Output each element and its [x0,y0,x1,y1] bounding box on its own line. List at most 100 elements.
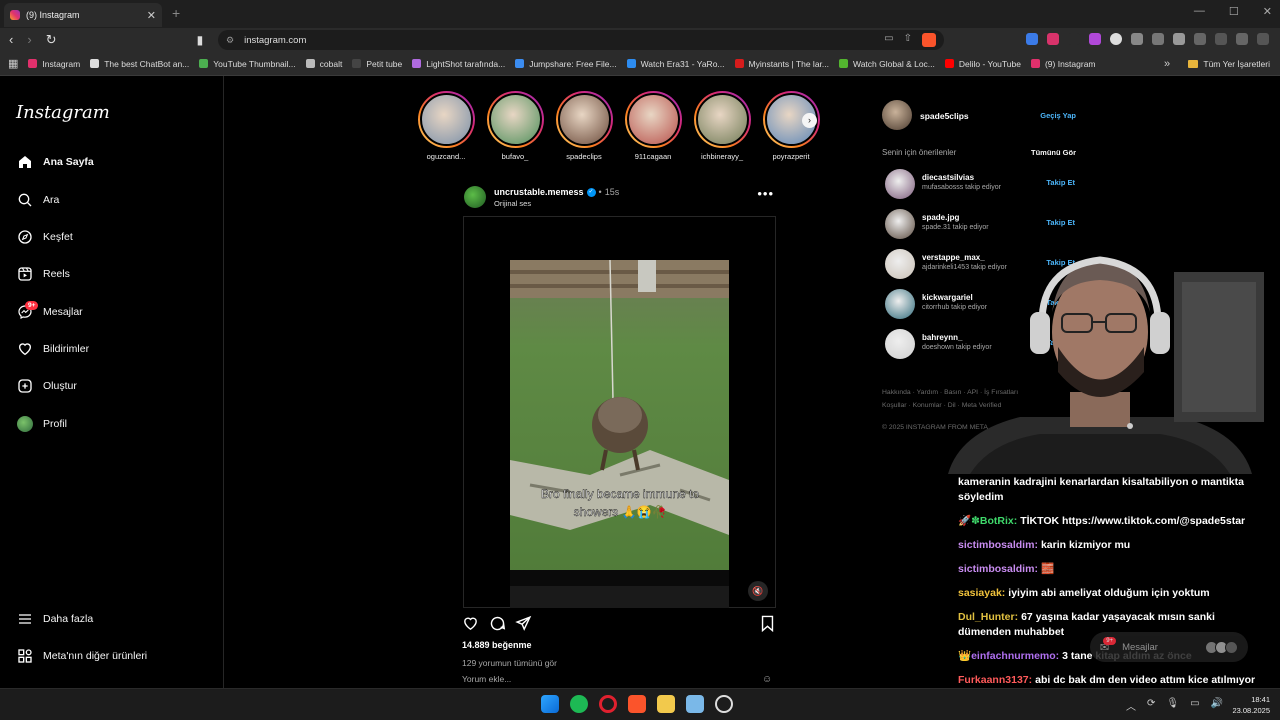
minimize-icon[interactable]: — [1194,5,1205,18]
bookmark-item[interactable]: cobalt [305,59,342,69]
spotify-icon[interactable] [570,695,588,713]
new-tab-icon[interactable]: + [172,5,180,21]
browser-tab[interactable]: (9) Instagram ✕ [4,3,162,27]
mute-icon[interactable]: 🔇 [748,581,768,601]
post-audio[interactable]: Orijinal ses [494,199,531,208]
nav-home[interactable]: Ana Sayfa [16,150,94,174]
sidebar-icon[interactable] [1194,33,1206,45]
close-tab-icon[interactable]: ✕ [147,9,156,22]
extension-icon[interactable] [1152,33,1164,45]
emoji-icon[interactable]: ☺ [762,674,772,685]
story-item[interactable]: 911cagaan [623,91,683,161]
nav-search[interactable]: Ara [16,188,59,212]
post-author-name[interactable]: uncrustable.memess [494,187,584,197]
site-info-icon[interactable]: ⚙ [226,35,234,46]
extension-icon[interactable] [1026,33,1038,45]
brave-shield-icon[interactable] [922,33,936,47]
post-media[interactable]: Bro finally became immune to showers 🙏😭🥀… [463,216,776,608]
stories-next-icon[interactable]: › [802,113,817,128]
more-bookmarks-icon[interactable]: » [1164,58,1170,70]
save-icon[interactable] [760,615,775,637]
avatar[interactable] [882,100,912,130]
maximize-icon[interactable]: ☐ [1229,5,1239,18]
file-explorer-icon[interactable] [657,695,675,713]
back-icon[interactable]: ‹ [9,32,13,48]
extension-icon[interactable] [1131,33,1143,45]
story-item[interactable]: ichbinerayy_ [692,91,752,161]
avatar[interactable] [885,289,915,319]
follow-button[interactable]: Takip Et [1046,178,1075,187]
extension-icon[interactable] [1047,33,1059,45]
share-icon[interactable]: ⇧ [904,33,912,47]
bookmark-icon[interactable]: ▮ [197,33,204,47]
suggestion-username[interactable]: diecastsilvias [922,173,974,182]
bookmark-item[interactable]: Instagram [28,59,80,69]
post-author-avatar[interactable] [464,186,486,208]
nav-profile[interactable]: Profil [16,412,67,436]
bookmark-item[interactable]: LightShot tarafında... [412,59,505,69]
story-item[interactable]: oguzcand... [416,91,476,161]
extension-icon[interactable] [1068,33,1080,45]
volume-icon[interactable]: 🔊 [1211,698,1223,713]
taskbar-clock[interactable]: 18:41 23.08.2025 [1232,694,1270,716]
bookmark-item[interactable]: The best ChatBot an... [90,59,189,69]
reel-video[interactable]: Bro finally became immune to showers 🙏😭🥀 [510,260,729,608]
bookmark-item[interactable]: Jumpshare: Free File... [515,59,617,69]
tray-app-icon[interactable]: ⟳ [1147,698,1155,713]
all-bookmarks[interactable]: Tüm Yer İşaretleri [1188,59,1270,69]
bookmark-item[interactable]: YouTube Thumbnail... [199,59,296,69]
close-window-icon[interactable]: ✕ [1263,5,1272,18]
menu-icon[interactable] [1257,33,1269,45]
forward-icon[interactable]: › [27,32,31,48]
avatar[interactable] [885,169,915,199]
windows-start-icon[interactable] [541,695,559,713]
bookmark-item[interactable]: (9) Instagram [1030,59,1096,69]
brave-icon[interactable] [628,695,646,713]
nav-create[interactable]: Oluştur [16,374,77,398]
more-options-icon[interactable]: ••• [757,186,774,201]
network-icon[interactable]: ▭ [1190,698,1199,713]
tray-chevron-icon[interactable]: ︿ [1126,698,1136,713]
share-icon[interactable] [515,615,532,637]
add-comment-input[interactable]: Yorum ekle... [462,674,511,684]
avatar[interactable] [885,209,915,239]
comment-icon[interactable] [489,615,506,637]
like-icon[interactable] [462,615,479,637]
instagram-logo[interactable]: Instagram [16,102,110,123]
bookmark-item[interactable]: Delilo - YouTube [944,59,1021,69]
nav-messages[interactable]: 9+ Mesajlar [16,300,83,324]
suggestion-username[interactable]: spade.jpg [922,213,959,222]
story-item[interactable]: bufavo_ [485,91,545,161]
nav-meta-products[interactable]: Meta'nın diğer ürünleri [16,644,147,668]
avatar[interactable] [885,329,915,359]
see-all-link[interactable]: Tümünü Gör [1031,148,1076,157]
nav-explore[interactable]: Keşfet [16,225,73,249]
wallet-icon[interactable] [1236,33,1248,45]
messages-dock[interactable]: ✉ 9+ Mesajlar [1090,632,1248,662]
extension-icon[interactable] [1089,33,1101,45]
extensions-puzzle-icon[interactable] [1173,33,1185,45]
nav-notifications[interactable]: Bildirimler [16,337,89,361]
avatar[interactable] [885,249,915,279]
music-icon[interactable] [1215,33,1227,45]
bookmark-item[interactable]: Petit tube [352,59,402,69]
cast-icon[interactable]: ▭ [884,33,893,47]
nav-reels[interactable]: Reels [16,262,70,286]
microphone-icon[interactable]: 🎙 [1166,698,1179,713]
follow-button[interactable]: Takip Et [1046,218,1075,227]
extension-icon[interactable] [1110,33,1122,45]
address-bar[interactable]: ⚙ instagram.com ▭ ⇧ [218,30,944,50]
apps-grid-icon[interactable]: ▦ [8,57,18,70]
photos-icon[interactable] [686,695,704,713]
nav-more[interactable]: Daha fazla [16,607,93,631]
bookmark-item[interactable]: Watch Era31 - YaRo... [626,59,725,69]
current-username[interactable]: spade5clips [920,111,969,121]
likes-count[interactable]: 14.889 beğenme [462,640,532,650]
bookmark-item[interactable]: Myinstants | The lar... [734,59,829,69]
reload-icon[interactable]: ↻ [46,32,57,48]
bookmark-item[interactable]: Watch Global & Loc... [839,59,935,69]
obs-icon[interactable] [715,695,733,713]
story-item[interactable]: spadeclips [554,91,614,161]
opera-icon[interactable] [599,695,617,713]
switch-account-link[interactable]: Geçiş Yap [1040,111,1076,120]
